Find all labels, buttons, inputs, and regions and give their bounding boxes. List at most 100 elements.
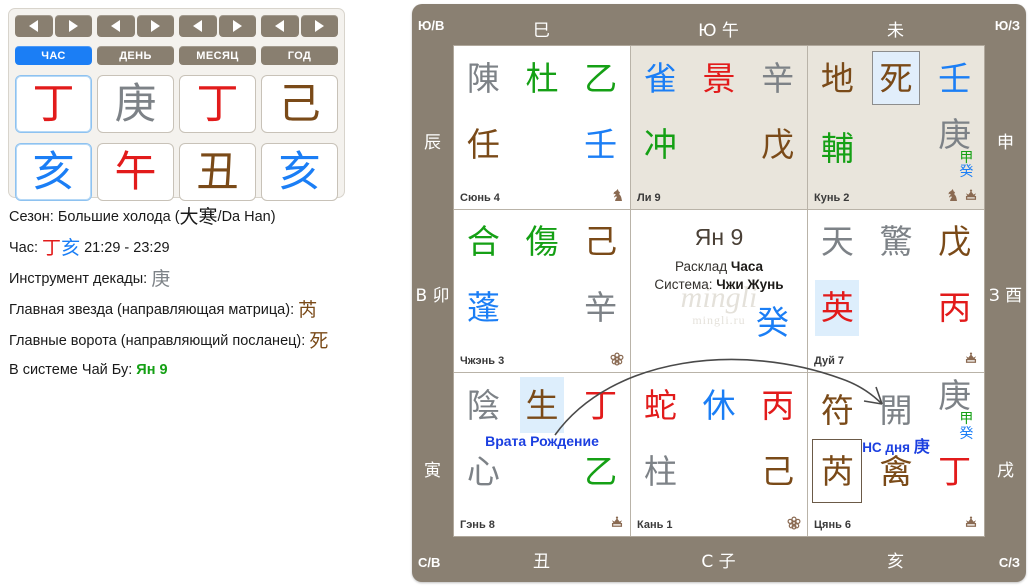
glyph-slot[interactable]: 壬 — [571, 128, 630, 161]
palace-cell-gen-8[interactable]: 陰生丁 Врата Рождение 心乙 Гэнь 8 — [454, 373, 630, 536]
crown-icon — [964, 516, 978, 534]
decade-label: Инструмент декады: — [9, 271, 148, 287]
glyph-slot[interactable]: 冲 — [631, 128, 690, 161]
glyph-char: 丙 — [938, 288, 972, 328]
glyph-slot[interactable]: 輔 — [808, 132, 867, 165]
prev-hour-button[interactable] — [15, 15, 53, 37]
glyph-slot[interactable]: 戊 — [925, 225, 984, 258]
knight-icon — [613, 189, 622, 202]
glyph-slot[interactable]: 丁 — [925, 455, 984, 488]
glyph-slot[interactable]: 辛 — [748, 62, 807, 95]
flower-icon — [610, 352, 624, 366]
palace-cell-zhen-3[interactable]: 合傷己蓬辛 Чжэнь 3 — [454, 209, 630, 373]
edge-corner-sw: С/З — [998, 555, 1020, 570]
glyph-slot[interactable]: 壬 — [925, 62, 984, 95]
glyph-slot[interactable]: 陳 — [454, 62, 513, 95]
glyph-char: 丁 — [938, 451, 972, 491]
crown-icon — [964, 189, 978, 207]
pillar-branch-hour[interactable]: 亥 — [15, 143, 92, 201]
glyph-slot[interactable]: 心 — [454, 455, 513, 488]
glyph-slot[interactable]: 柱 — [631, 455, 690, 488]
glyph-slot[interactable]: 庚甲癸 — [925, 379, 984, 441]
edge-right-1: 申 — [997, 133, 1014, 153]
prev-year-button[interactable] — [261, 15, 299, 37]
glyph-slot[interactable]: 禽 — [867, 455, 926, 488]
glyph-slot[interactable]: 英 — [808, 291, 867, 324]
glyph-slot[interactable]: 合 — [454, 225, 513, 258]
glyph-slot[interactable]: 符 — [808, 394, 867, 427]
glyph-slot[interactable]: 辛 — [571, 291, 630, 324]
pillar-nav-row: ЧАС ДЕНЬ МЕСЯЦ ГОД 丁 庚 丁 己 亥 午 丑 亥 — [15, 15, 338, 201]
glyph-char: 庚 — [938, 376, 972, 416]
pillar-branch-day[interactable]: 午 — [97, 143, 174, 201]
next-day-button[interactable] — [136, 15, 174, 37]
season-label: Сезон: Большие холода ( — [9, 209, 180, 225]
glyph-slot[interactable]: 傷 — [513, 225, 572, 258]
glyph-char: 辛 — [584, 288, 618, 328]
pillar-branch-month[interactable]: 丑 — [179, 143, 256, 201]
glyph-slot[interactable]: 天 — [808, 225, 867, 258]
glyph-slot[interactable]: 丙 — [748, 389, 807, 422]
glyph-slot[interactable]: 雀 — [631, 62, 690, 95]
pillar-stem-month[interactable]: 丁 — [179, 75, 256, 133]
pillar-stem-day[interactable]: 庚 — [97, 75, 174, 133]
palace-cell-kun-2[interactable]: 地死壬輔 庚甲癸 Кунь 2 — [808, 46, 984, 209]
palace-cell-kan-1[interactable]: 蛇休丙柱己 Кань 1 — [631, 373, 807, 536]
glyph-slot[interactable]: 驚 — [867, 225, 926, 258]
next-month-button[interactable] — [218, 15, 256, 37]
glyph-slot[interactable]: 杜 — [513, 62, 572, 95]
glyph-slot[interactable]: 陰 — [454, 389, 513, 422]
glyph-slot[interactable]: 生 — [513, 389, 572, 422]
glyph-slot[interactable]: 乙 — [571, 455, 630, 488]
glyph-slot[interactable]: 景 — [690, 62, 749, 95]
palace-cell-dui-7[interactable]: 天驚戊英丙 Дуй 7 — [808, 209, 984, 373]
palace-cell-sun-4[interactable]: 陳杜乙任壬 Сюнь 4 — [454, 46, 630, 209]
palace-top-row: 天驚戊 — [808, 216, 984, 268]
glyph-slot[interactable]: 蛇 — [631, 389, 690, 422]
crown-icon — [611, 516, 623, 527]
knight-icon — [948, 189, 957, 202]
prev-month-button[interactable] — [179, 15, 217, 37]
glyph-slot[interactable]: 己 — [748, 455, 807, 488]
crown-icon — [964, 352, 978, 370]
crown-icon — [610, 516, 624, 534]
crown-icon — [965, 189, 977, 200]
glyph-slot[interactable]: 乙 — [571, 62, 630, 95]
pillar-tab-day[interactable]: ДЕНЬ — [97, 46, 174, 65]
qimen-board: Ю/В Ю/З С/В С/З 巳 Ю 午 未 丑 С 子 亥 辰 В 卯 寅 … — [412, 4, 1026, 582]
triangle-right-icon — [150, 20, 160, 32]
glyph-slot[interactable]: 蓬 — [454, 291, 513, 324]
palace-grid: 陳杜乙任壬 Сюнь 4 雀景辛冲戊 Ли 9 地死壬輔庚甲癸 Кунь 2 合傷己蓬辛 Чж… — [453, 45, 985, 537]
pillar-nav-day — [97, 15, 174, 37]
pillar-tab-year[interactable]: ГОД — [261, 46, 338, 65]
palace-icons — [964, 352, 978, 370]
glyph-slot[interactable]: 任 — [454, 128, 513, 161]
glyph-slot[interactable]: 休 — [690, 389, 749, 422]
palace-cell-center[interactable]: mingli mingli.ru Ян 9 Расклад Часа Система: … — [631, 209, 807, 373]
left-panel: ЧАС ДЕНЬ МЕСЯЦ ГОД 丁 庚 丁 己 亥 午 丑 亥 Сезон… — [0, 0, 400, 586]
glyph-char: 任 — [466, 124, 500, 164]
pillar-stem-year[interactable]: 己 — [261, 75, 338, 133]
glyph-slot[interactable]: 芮 — [808, 455, 867, 488]
pillar-stem-hour[interactable]: 丁 — [15, 75, 92, 133]
pillar-tab-month[interactable]: МЕСЯЦ — [179, 46, 256, 65]
pillar-branch-year[interactable]: 亥 — [261, 143, 338, 201]
palace-cell-qian-6[interactable]: 符開庚甲癸 НС дня 庚芮禽丁 Цянь 6 — [808, 373, 984, 536]
glyph-slot[interactable]: 丁 — [571, 389, 630, 422]
glyph-slot[interactable]: 開 — [867, 394, 926, 427]
glyph-slot[interactable]: 己 — [571, 225, 630, 258]
glyph-char: 死 — [879, 58, 913, 98]
glyph-slot[interactable]: 戊 — [748, 128, 807, 161]
glyph-slot[interactable]: 死 — [867, 62, 926, 95]
glyph-slot[interactable]: 庚甲癸 — [925, 118, 984, 180]
glyph-char: 生 — [525, 385, 559, 425]
palace-cell-li-9[interactable]: 雀景辛冲戊 Ли 9 — [631, 46, 807, 209]
next-hour-button[interactable] — [54, 15, 92, 37]
glyph-slot[interactable]: 丙 — [925, 291, 984, 324]
next-year-button[interactable] — [300, 15, 338, 37]
hour-label: Час: — [9, 240, 39, 256]
glyph-char: 蓬 — [466, 288, 500, 328]
pillar-tab-hour[interactable]: ЧАС — [15, 46, 92, 65]
glyph-slot[interactable]: 地 — [808, 62, 867, 95]
prev-day-button[interactable] — [97, 15, 135, 37]
